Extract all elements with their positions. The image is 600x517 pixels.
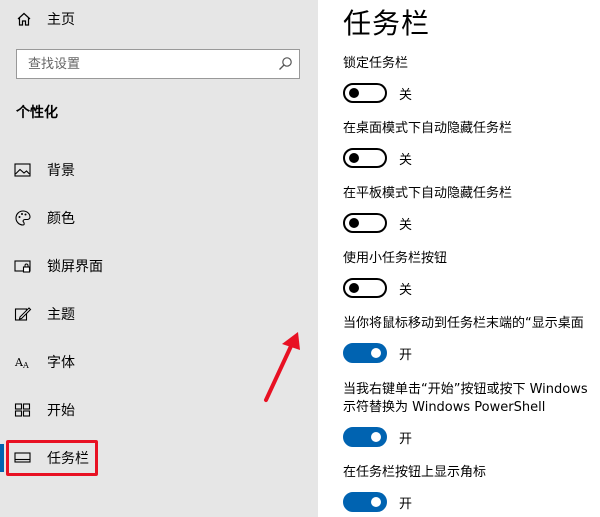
section-heading: 个性化 [16, 105, 58, 121]
theme-icon [14, 305, 32, 323]
setting-powershell-replace: 当我右键单击“开始”按钮或按下 Windows 示符替换为 Windows Po… [343, 381, 588, 447]
home-icon [16, 11, 32, 27]
image-icon [14, 161, 32, 179]
setting-label: 当你将鼠标移动到任务栏末端的“显示桌面 [343, 316, 584, 331]
font-icon: AA [14, 353, 32, 371]
toggle-switch[interactable] [343, 427, 387, 447]
setting-autohide-tablet: 在平板模式下自动隐藏任务栏 关 [343, 185, 512, 233]
home-link[interactable]: 主页 [16, 9, 75, 29]
sidebar-item-label: 开始 [47, 403, 75, 419]
toggle-knob [371, 497, 381, 507]
settings-panel: 任务栏 锁定任务栏 关 在桌面模式下自动隐藏任务栏 关 在平板模式下自动隐藏任务… [318, 0, 600, 517]
sidebar-item-label: 主题 [47, 307, 75, 323]
toggle-knob [349, 88, 359, 98]
setting-show-badges: 在任务栏按钮上显示角标 开 [343, 464, 486, 512]
toggle-knob [371, 348, 381, 358]
svg-text:A: A [22, 361, 29, 370]
search-input[interactable] [26, 55, 270, 73]
search-icon[interactable] [277, 56, 293, 72]
setting-label: 在任务栏按钮上显示角标 [343, 465, 487, 480]
setting-label: 使用小任务栏按钮 [343, 251, 448, 266]
toggle-state-label: 关 [399, 217, 413, 233]
highlight-annotation-box [6, 440, 98, 476]
toggle-switch[interactable] [343, 213, 387, 233]
toggle-state-label: 关 [399, 282, 413, 298]
setting-label: 在平板模式下自动隐藏任务栏 [343, 186, 513, 201]
setting-label: 在桌面模式下自动隐藏任务栏 [343, 121, 513, 136]
setting-label-line1: 当我右键单击“开始”按钮或按下 Windows [343, 382, 588, 397]
toggle-state-label: 开 [399, 347, 413, 363]
toggle-state-label: 开 [399, 496, 413, 512]
toggle-state-label: 开 [399, 431, 413, 447]
search-box[interactable] [16, 49, 300, 79]
toggle-switch[interactable] [343, 343, 387, 363]
toggle-knob [371, 432, 381, 442]
toggle-state-label: 关 [399, 152, 413, 168]
sidebar-item-background[interactable]: 背景 [0, 148, 318, 192]
toggle-switch[interactable] [343, 278, 387, 298]
setting-label-line2: 示符替换为 Windows PowerShell [343, 400, 546, 415]
palette-icon [14, 209, 32, 227]
toggle-switch[interactable] [343, 83, 387, 103]
sidebar-item-label: 背景 [47, 163, 75, 179]
setting-small-buttons: 使用小任务栏按钮 关 [343, 250, 447, 298]
setting-label: 锁定任务栏 [343, 56, 409, 71]
toggle-knob [349, 218, 359, 228]
lock-screen-icon [14, 257, 32, 275]
sidebar-item-label: 颜色 [47, 211, 75, 227]
sidebar-item-label: 字体 [47, 355, 75, 371]
setting-lock-taskbar: 锁定任务栏 关 [343, 55, 412, 103]
toggle-knob [349, 283, 359, 293]
toggle-switch[interactable] [343, 492, 387, 512]
start-icon [14, 401, 32, 419]
toggle-state-label: 关 [399, 87, 413, 103]
toggle-switch[interactable] [343, 148, 387, 168]
page-title: 任务栏 [343, 7, 431, 40]
red-arrow-annotation [264, 332, 300, 402]
sidebar-item-colors[interactable]: 颜色 [0, 196, 318, 240]
setting-peek-desktop: 当你将鼠标移动到任务栏末端的“显示桌面 开 [343, 315, 584, 363]
sidebar-item-lock-screen[interactable]: 锁屏界面 [0, 244, 318, 288]
setting-autohide-desktop: 在桌面模式下自动隐藏任务栏 关 [343, 120, 512, 168]
toggle-knob [349, 153, 359, 163]
sidebar-item-label: 锁屏界面 [47, 259, 103, 275]
home-label: 主页 [47, 12, 75, 28]
